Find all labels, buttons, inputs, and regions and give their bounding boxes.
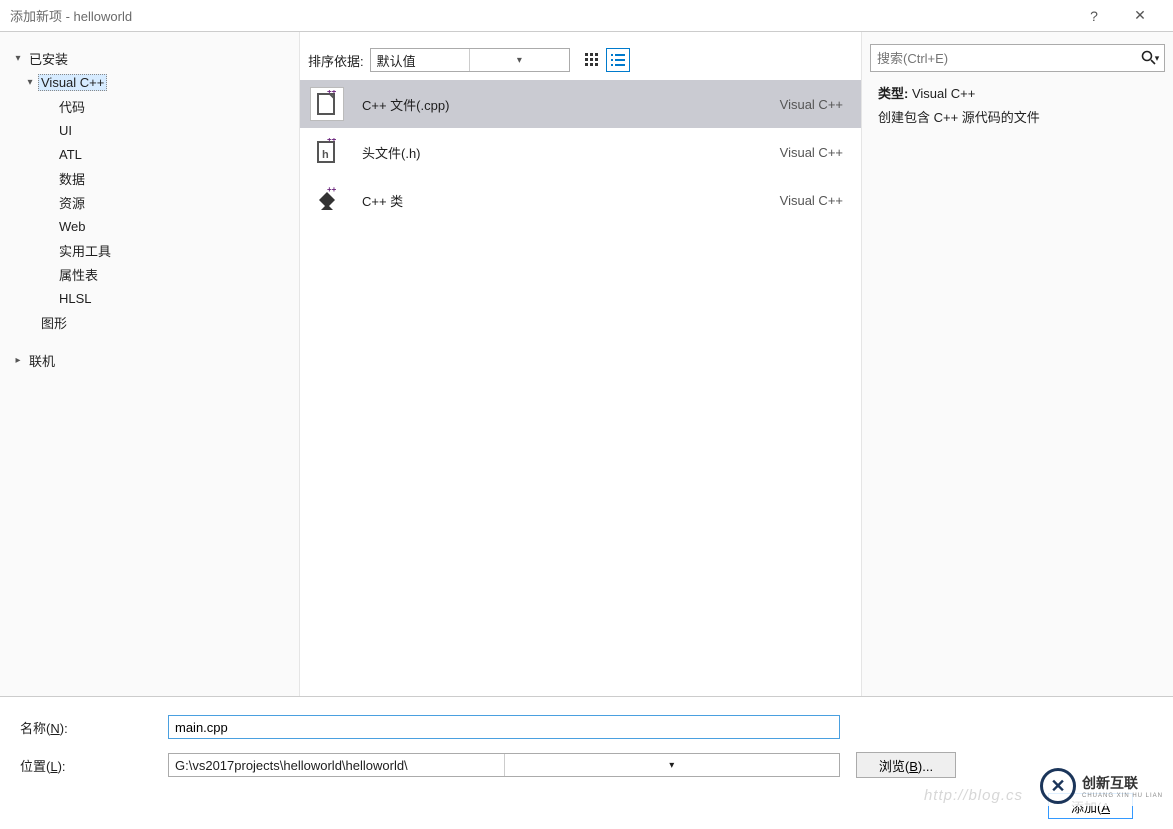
tree-visualcpp[interactable]: ▾ Visual C++: [0, 70, 299, 94]
search-box[interactable]: ▾: [870, 44, 1165, 72]
brand-subtext: CHUANG XIN HU LIAN: [1082, 793, 1163, 799]
template-name: C++ 文件(.cpp): [344, 95, 780, 114]
svg-text:++: ++: [327, 138, 337, 144]
template-item[interactable]: ++ C++ 文件(.cpp) Visual C++: [300, 80, 861, 128]
search-input[interactable]: [871, 51, 1136, 66]
close-button[interactable]: ✕: [1117, 0, 1163, 32]
template-item[interactable]: ++ C++ 类 Visual C++: [300, 176, 861, 224]
chevron-down-icon: ▾: [22, 77, 38, 88]
tree-label: 图形: [38, 313, 70, 332]
toolbar: 排序依据: 默认值 ▾: [300, 40, 861, 80]
template-tag: Visual C++: [780, 193, 851, 208]
tree-label: 代码: [56, 97, 88, 116]
tree-label: 联机: [26, 351, 58, 370]
template-tag: Visual C++: [780, 97, 851, 112]
brand-watermark: ✕ 创新互联 CHUANG XIN HU LIAN: [1036, 766, 1167, 806]
sort-label: 排序依据:: [308, 51, 364, 70]
tree-item[interactable]: 数据: [0, 166, 299, 190]
browse-button[interactable]: 浏览(B)...: [856, 752, 956, 778]
tree-installed[interactable]: ▾ 已安装: [0, 46, 299, 70]
template-details: 类型: Visual C++ 创建包含 C++ 源代码的文件: [862, 82, 1173, 130]
tree-label: 资源: [56, 193, 88, 212]
chevron-down-icon: ▾: [10, 53, 26, 64]
cpp-class-icon: ++: [310, 183, 344, 217]
tree-item[interactable]: ATL: [0, 142, 299, 166]
type-label: 类型:: [878, 86, 908, 101]
svg-text:++: ++: [327, 186, 337, 194]
svg-text:++: ++: [327, 90, 337, 96]
tree-label: HLSL: [56, 291, 95, 306]
location-label: 位置(L):: [20, 756, 168, 775]
tree-item[interactable]: 代码: [0, 94, 299, 118]
template-name: C++ 类: [344, 191, 780, 210]
tree-label: 数据: [56, 169, 88, 188]
location-value: G:\vs2017projects\helloworld\helloworld\: [169, 758, 504, 773]
tree-label: 实用工具: [56, 241, 114, 260]
tree-label: 已安装: [26, 49, 71, 68]
template-tag: Visual C++: [780, 145, 851, 160]
tree-label: ATL: [56, 147, 85, 162]
tree-label: Visual C++: [38, 74, 107, 91]
header-file-icon: h ++: [310, 135, 344, 169]
chevron-right-icon: ▸: [10, 355, 26, 366]
sort-value: 默认值: [371, 51, 470, 70]
brand-icon: ✕: [1040, 768, 1076, 804]
form-area: 名称(N): 位置(L): G:\vs2017projects\hellowor…: [0, 696, 1173, 829]
brand-text: 创新互联: [1082, 773, 1163, 793]
main-area: ▾ 已安装 ▾ Visual C++ 代码 UI ATL 数据 资源 Web 实…: [0, 32, 1173, 696]
tree-item[interactable]: Web: [0, 214, 299, 238]
template-item[interactable]: h ++ 头文件(.h) Visual C++: [300, 128, 861, 176]
details-panel: ▾ 类型: Visual C++ 创建包含 C++ 源代码的文件: [861, 32, 1173, 696]
grid-view-icon[interactable]: [580, 48, 604, 72]
template-description: 创建包含 C++ 源代码的文件: [878, 106, 1157, 130]
tree-label: UI: [56, 123, 75, 138]
location-combobox[interactable]: G:\vs2017projects\helloworld\helloworld\…: [168, 753, 840, 777]
list-view-icon[interactable]: [606, 48, 630, 72]
chevron-down-icon: ▾: [469, 49, 569, 71]
template-list: ++ C++ 文件(.cpp) Visual C++ h ++ 头文件(.h) V…: [300, 80, 861, 696]
tree-label: Web: [56, 219, 89, 234]
cpp-file-icon: ++: [310, 87, 344, 121]
sort-combobox[interactable]: 默认值 ▾: [370, 48, 570, 72]
tree-item[interactable]: 资源: [0, 190, 299, 214]
type-value: Visual C++: [912, 86, 975, 101]
name-input[interactable]: [168, 715, 840, 739]
tree-item[interactable]: 属性表: [0, 262, 299, 286]
tree-item[interactable]: 实用工具: [0, 238, 299, 262]
category-tree: ▾ 已安装 ▾ Visual C++ 代码 UI ATL 数据 资源 Web 实…: [0, 32, 300, 696]
svg-text:h: h: [322, 149, 329, 161]
search-icon[interactable]: ▾: [1136, 50, 1164, 66]
tree-item[interactable]: HLSL: [0, 286, 299, 310]
title-bar: 添加新项 - helloworld ? ✕: [0, 0, 1173, 32]
template-name: 头文件(.h): [344, 143, 780, 162]
chevron-down-icon: ▾: [504, 754, 840, 776]
template-panel: 排序依据: 默认值 ▾ ++ C++ 文件(.cpp) Visual C: [300, 32, 861, 696]
tree-label: 属性表: [56, 265, 101, 284]
view-toggle: [580, 48, 630, 72]
tree-online[interactable]: ▸ 联机: [0, 348, 299, 372]
name-label: 名称(N):: [20, 718, 168, 737]
window-title: 添加新项 - helloworld: [10, 6, 1071, 25]
tree-graphics[interactable]: 图形: [0, 310, 299, 334]
tree-item[interactable]: UI: [0, 118, 299, 142]
help-button[interactable]: ?: [1071, 0, 1117, 32]
